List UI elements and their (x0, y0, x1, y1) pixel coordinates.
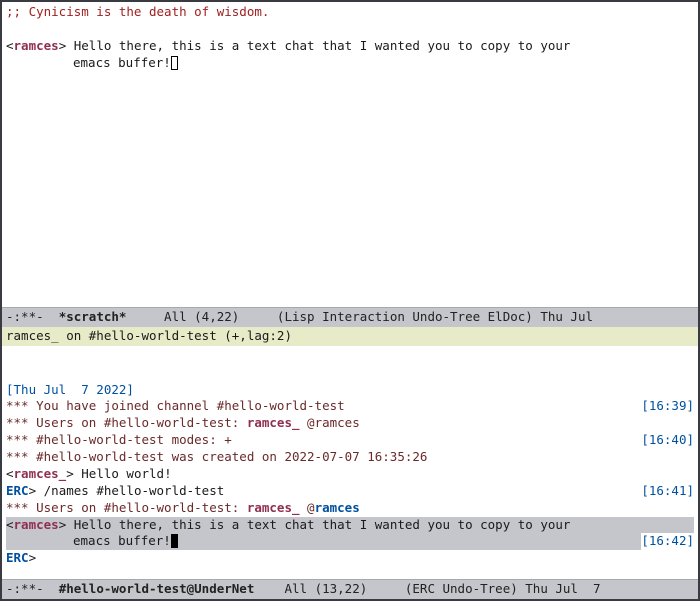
erc-join-msg: *** You have joined channel #hello-world… (6, 398, 345, 413)
erc-buffer[interactable]: [Thu Jul 7 2022]*** You have joined chan… (2, 346, 698, 579)
scratch-msg-l2: emacs buffer! (73, 55, 171, 70)
modeline-bot-buffer: #hello-world-test@UnderNet (59, 581, 255, 596)
emacs-frame: ;; Cynicism is the death of wisdom. <ram… (0, 0, 700, 601)
channel-header-text: ramces_ on #hello-world-test (+,lag:2) (6, 328, 292, 343)
erc-channel-header: ramces_ on #hello-world-test (+,lag:2) (2, 327, 698, 346)
scratch-buffer[interactable]: ;; Cynicism is the death of wisdom. <ram… (2, 2, 698, 307)
erc-u2-user2: ramces (315, 500, 360, 515)
erc-prompt-label1: ERC (6, 483, 29, 498)
erc-u2-user1: ramces_ (247, 500, 300, 515)
erc-user2: @ramces (307, 415, 360, 430)
scratch-cursor (171, 56, 178, 70)
erc-hi-nick: ramces (14, 517, 59, 532)
erc-cursor (171, 534, 178, 548)
erc-created-msg: *** #hello-world-test was created on 202… (6, 449, 427, 464)
erc-join-time: [16:39] (641, 398, 694, 415)
nick-open: < (6, 38, 14, 53)
modeline-top-prefix: -:**- (6, 309, 59, 324)
scratch-msg-l1: Hello there, this is a text chat that I … (74, 38, 571, 53)
erc-date: [Thu Jul 7 2022] (6, 382, 134, 397)
scratch-comment: ;; Cynicism is the death of wisdom. (6, 4, 269, 19)
erc-hi-l1: Hello there, this is a text chat that I … (74, 517, 571, 532)
scratch-nick: ramces (14, 38, 59, 53)
erc-hi-l2: emacs buffer! (73, 533, 171, 548)
erc-hello-nick: ramces_ (14, 466, 67, 481)
erc-names-time: [16:41] (641, 483, 694, 500)
erc-users-prefix: *** Users on #hello-world-test: (6, 415, 247, 430)
erc-modes-time: [16:40] (641, 432, 694, 449)
erc-hi-time: [16:42] (641, 533, 694, 550)
nick-close: > (59, 38, 67, 53)
erc-hello-msg: Hello world! (81, 466, 171, 481)
erc-highlight-l2: emacs buffer! [16:42] (6, 533, 694, 550)
erc-user1: ramces_ (247, 415, 300, 430)
modeline-bot-prefix: -:**- (6, 581, 59, 596)
modeline-bot-mid: All (13,22) (ERC Undo-Tree) Thu Jul 7 (254, 581, 608, 596)
modeline-top-mid: All (4,22) (Lisp Interaction Undo-Tree E… (126, 309, 593, 324)
modeline-top-buffer: *scratch* (59, 309, 127, 324)
modeline-erc[interactable]: -:**- #hello-world-test@UnderNet All (13… (2, 579, 698, 599)
erc-highlight-l1: <ramces> Hello there, this is a text cha… (6, 517, 694, 534)
erc-names-cmd: /names #hello-world-test (44, 483, 225, 498)
modeline-scratch[interactable]: -:**- *scratch* All (4,22) (Lisp Interac… (2, 307, 698, 327)
erc-modes-msg: *** #hello-world-test modes: + (6, 432, 232, 447)
erc-users2-prefix: *** Users on #hello-world-test: (6, 500, 247, 515)
erc-prompt-label2: ERC (6, 550, 29, 565)
scratch-msg-l2-wrap: emacs buffer! (6, 55, 178, 70)
